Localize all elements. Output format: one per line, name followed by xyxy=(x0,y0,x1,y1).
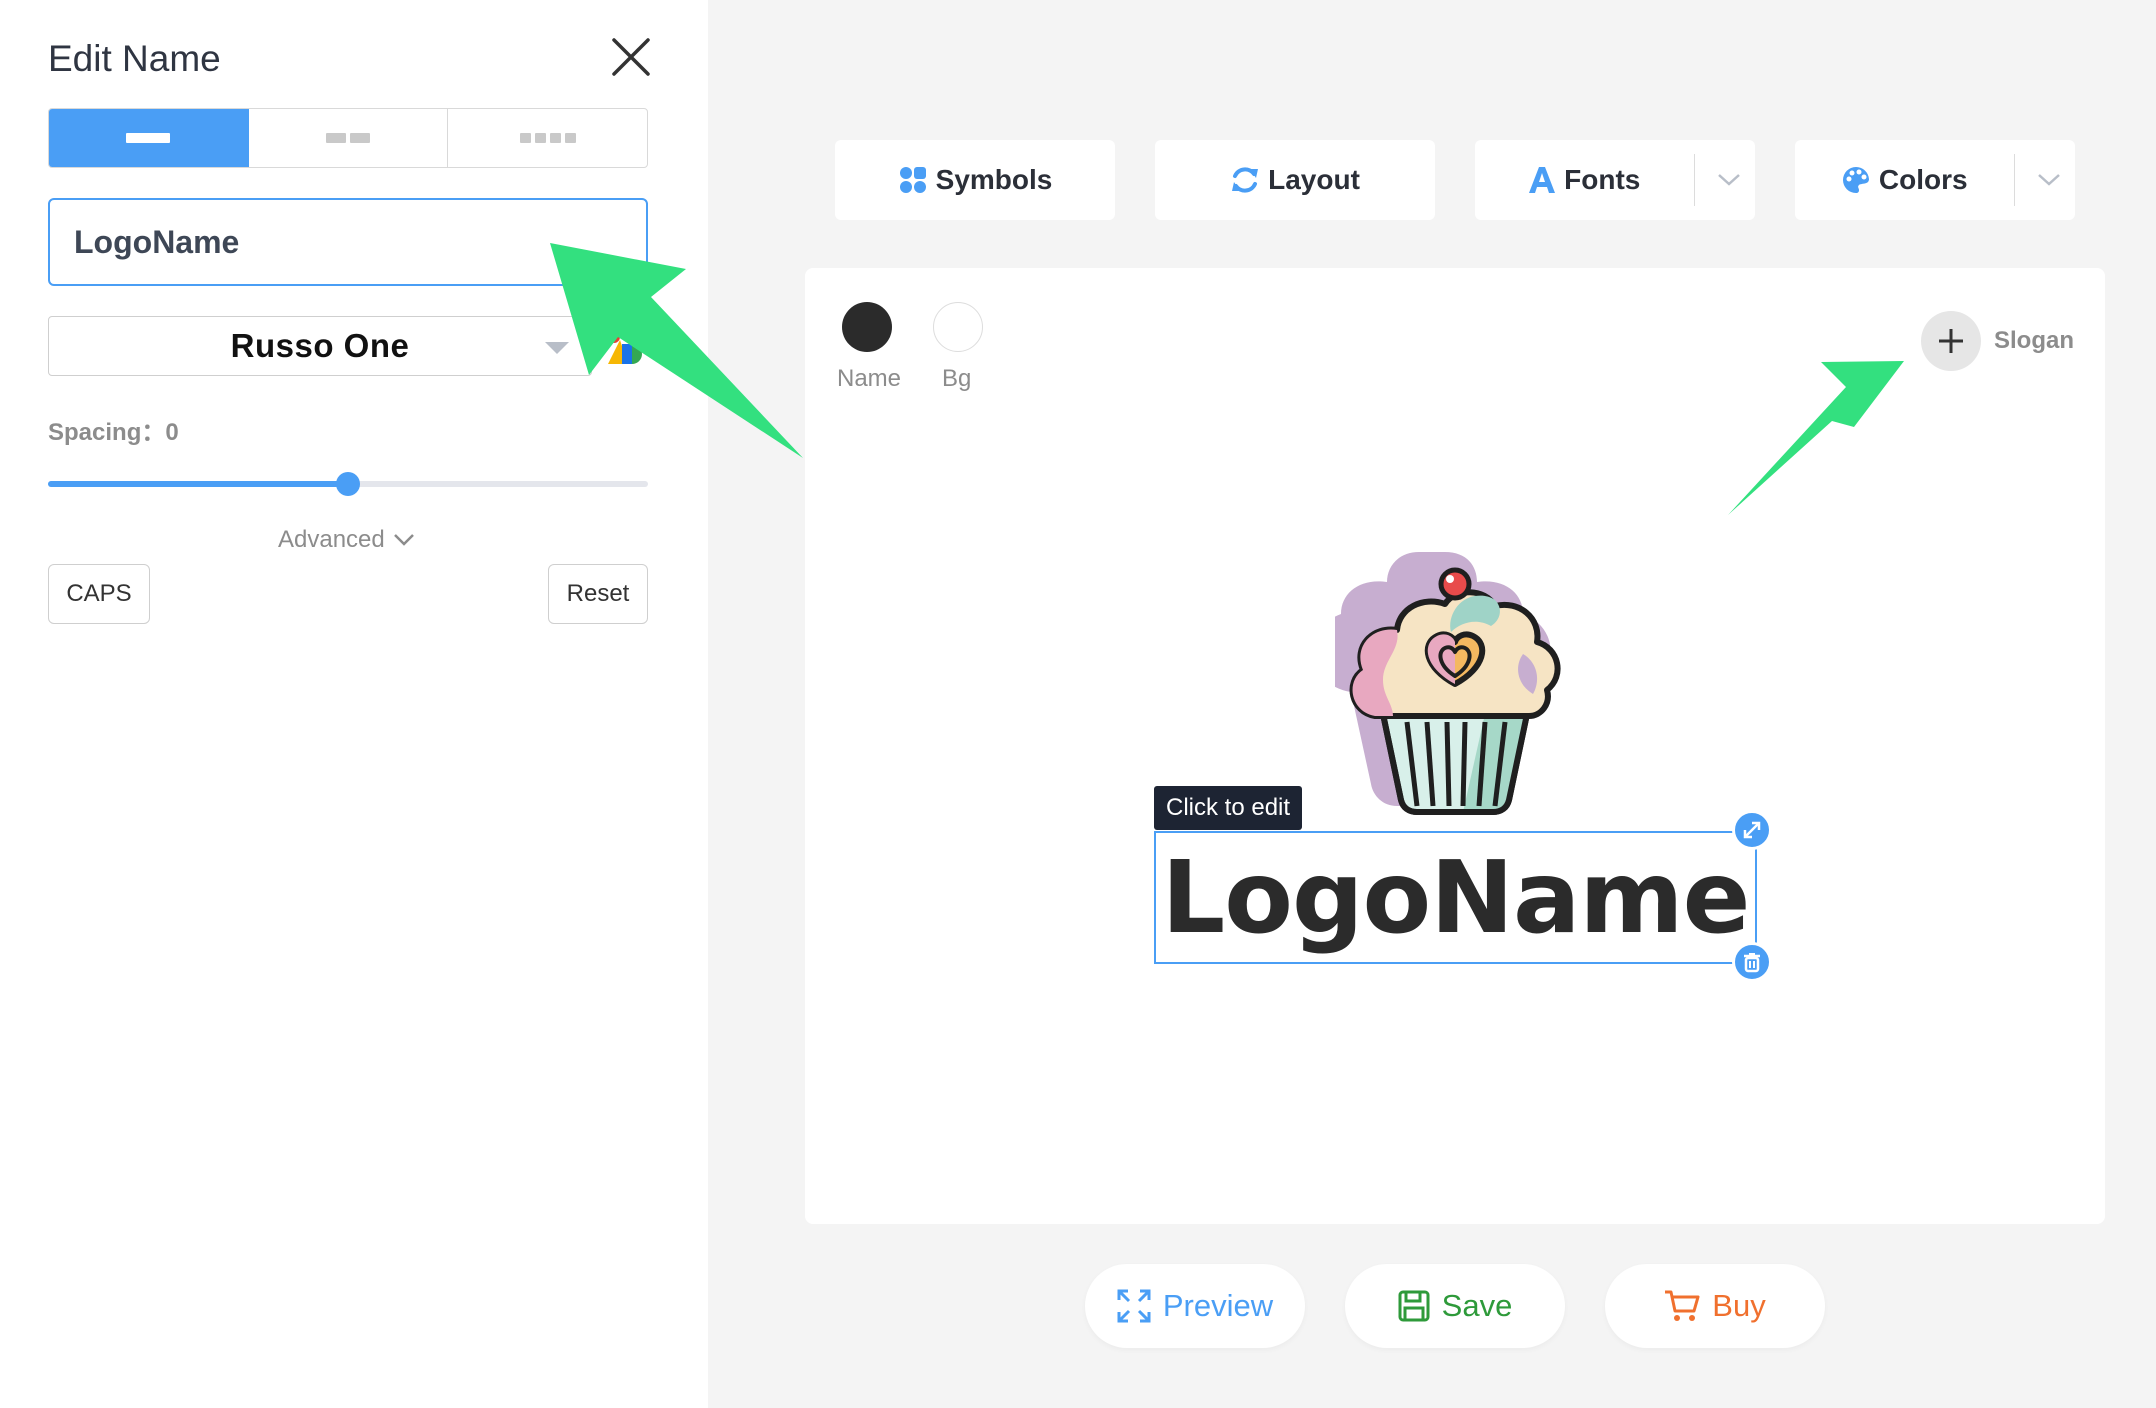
caret-down-icon xyxy=(545,342,569,354)
four-words-icon-part xyxy=(549,133,561,143)
name-swatch-label: Name xyxy=(837,365,902,392)
fonts-dropdown-button[interactable] xyxy=(1703,173,1755,187)
panel-title: Edit Name xyxy=(48,38,221,79)
caps-button[interactable]: CAPS xyxy=(48,564,150,624)
symbols-icon xyxy=(899,167,926,193)
layout-button[interactable]: Layout xyxy=(1155,140,1435,220)
cupcake-logo-symbol[interactable] xyxy=(1335,544,1575,824)
fonts-button[interactable]: Fonts xyxy=(1475,154,1695,206)
preview-button[interactable]: Preview xyxy=(1085,1264,1305,1348)
chevron-down-icon xyxy=(393,534,414,546)
font-select-value: Russo One xyxy=(230,327,410,364)
font-select[interactable]: Russo One xyxy=(48,316,592,376)
layout-four-words-button[interactable] xyxy=(448,109,647,167)
layout-single-line-button[interactable] xyxy=(49,109,249,167)
logo-canvas: Name Bg Slogan Click to edit LogoName xyxy=(805,268,2105,1224)
slider-fill xyxy=(48,481,348,487)
fonts-tool: Fonts xyxy=(1475,140,1755,220)
colors-dropdown-button[interactable] xyxy=(2023,173,2075,187)
resize-icon xyxy=(1743,821,1761,839)
save-button[interactable]: Save xyxy=(1345,1264,1565,1348)
name-color-swatch[interactable] xyxy=(842,302,892,352)
layout-two-words-button[interactable] xyxy=(249,109,449,167)
symbols-label: Symbols xyxy=(935,164,1053,195)
close-button[interactable] xyxy=(608,34,654,80)
trash-icon xyxy=(1744,953,1760,973)
logo-name-text-box[interactable]: LogoName xyxy=(1154,831,1757,964)
close-icon xyxy=(612,38,650,76)
buy-label: Buy xyxy=(1712,1288,1766,1323)
bg-color-swatch[interactable] xyxy=(933,302,983,352)
buy-button[interactable]: Buy xyxy=(1605,1264,1825,1348)
plus-icon xyxy=(1939,329,1963,353)
single-line-icon xyxy=(126,133,171,143)
colors-label: Colors xyxy=(1878,164,1968,195)
font-icon xyxy=(1529,167,1556,193)
google-fonts-icon[interactable] xyxy=(606,330,648,366)
click-to-edit-tooltip: Click to edit xyxy=(1154,786,1303,830)
four-words-icon-part xyxy=(534,133,546,143)
symbols-button[interactable]: Symbols xyxy=(835,140,1115,220)
two-words-icon xyxy=(326,133,346,143)
save-icon xyxy=(1398,1290,1430,1322)
preview-label: Preview xyxy=(1162,1288,1274,1323)
layout-label: Layout xyxy=(1268,164,1360,195)
logo-name-text[interactable]: LogoName xyxy=(1156,833,1755,962)
advanced-toggle[interactable]: Advanced xyxy=(278,526,415,554)
save-label: Save xyxy=(1441,1288,1513,1323)
chevron-down-icon xyxy=(1717,174,1740,186)
advanced-label: Advanced xyxy=(278,526,385,553)
colors-tool: Colors xyxy=(1795,140,2075,220)
text-layout-segmented-control xyxy=(48,108,648,168)
edit-name-panel: Edit Name Russo One xyxy=(0,0,708,1408)
logo-name-input[interactable] xyxy=(48,198,648,286)
cart-icon xyxy=(1665,1290,1700,1321)
spacing-label: Spacing：0 xyxy=(48,419,179,446)
reset-button[interactable]: Reset xyxy=(548,564,648,624)
add-slogan-button[interactable] xyxy=(1921,311,1981,371)
palette-icon xyxy=(1842,166,1869,193)
colors-button[interactable]: Colors xyxy=(1795,154,2015,206)
chevron-down-icon xyxy=(2037,174,2060,186)
bg-swatch-label: Bg xyxy=(942,365,972,392)
slider-handle[interactable] xyxy=(336,472,360,496)
two-words-icon-part xyxy=(350,133,370,143)
expand-icon xyxy=(1117,1289,1151,1323)
delete-handle[interactable] xyxy=(1732,942,1772,982)
four-words-icon xyxy=(519,133,531,143)
fonts-label: Fonts xyxy=(1564,164,1641,195)
slogan-label[interactable]: Slogan xyxy=(1994,327,2074,355)
four-words-icon-part xyxy=(564,133,576,143)
spacing-slider[interactable] xyxy=(48,470,648,498)
resize-handle[interactable] xyxy=(1732,810,1772,850)
refresh-icon xyxy=(1232,167,1259,193)
